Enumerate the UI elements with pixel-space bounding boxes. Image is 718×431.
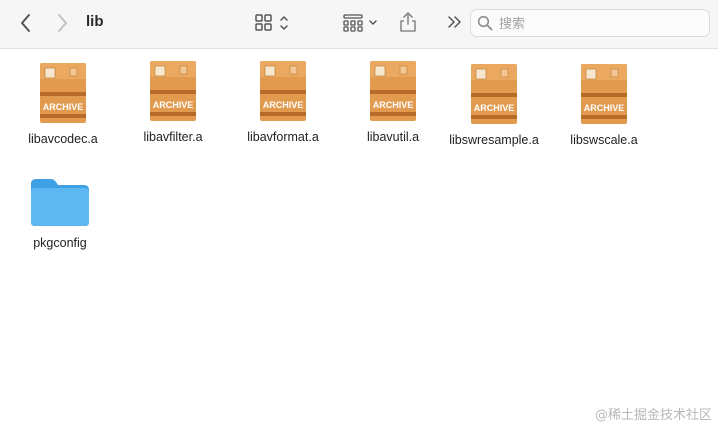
file-item-libswscale[interactable]: ARCHIVE libswscale.a: [544, 63, 664, 147]
file-name: pkgconfig: [33, 236, 87, 250]
folder-item-pkgconfig[interactable]: pkgconfig: [0, 176, 120, 250]
back-chevron-icon[interactable]: [16, 12, 36, 34]
archive-file-icon: ARCHIVE: [40, 63, 86, 123]
grid-view-icon[interactable]: [254, 12, 292, 34]
overflow-chevrons-icon[interactable]: [446, 13, 462, 31]
archive-badge: ARCHIVE: [474, 103, 515, 113]
archive-badge: ARCHIVE: [373, 100, 414, 110]
search-input[interactable]: [497, 12, 701, 36]
archive-file-icon: ARCHIVE: [581, 64, 627, 124]
archive-badge: ARCHIVE: [43, 102, 84, 112]
window-title: lib: [86, 13, 104, 30]
archive-file-icon: ARCHIVE: [471, 64, 517, 124]
file-name: libswresample.a: [449, 133, 539, 147]
archive-badge: ARCHIVE: [153, 100, 194, 110]
share-icon[interactable]: [398, 10, 418, 34]
file-name: libavfilter.a: [143, 130, 203, 144]
archive-file-icon: ARCHIVE: [370, 61, 416, 121]
search-field[interactable]: [470, 9, 710, 37]
forward-chevron-icon[interactable]: [52, 12, 72, 34]
archive-file-icon: ARCHIVE: [260, 61, 306, 121]
file-name: libavcodec.a: [28, 132, 98, 146]
file-item-libswresample[interactable]: ARCHIVE libswresample.a: [434, 63, 554, 147]
file-name: libavformat.a: [247, 130, 319, 144]
group-view-icon[interactable]: [342, 12, 380, 34]
file-item-libavfilter[interactable]: ARCHIVE libavfilter.a: [113, 60, 233, 144]
file-item-libavformat[interactable]: ARCHIVE libavformat.a: [223, 60, 343, 144]
archive-file-icon: ARCHIVE: [150, 61, 196, 121]
file-item-libavcodec[interactable]: ARCHIVE libavcodec.a: [3, 62, 123, 146]
archive-badge: ARCHIVE: [263, 100, 304, 110]
file-name: libswscale.a: [570, 133, 638, 147]
search-icon: [477, 15, 493, 31]
toolbar: lib: [0, 0, 718, 49]
folder-icon: [31, 179, 89, 226]
archive-badge: ARCHIVE: [584, 103, 625, 113]
watermark: @稀土掘金技术社区: [594, 408, 712, 423]
